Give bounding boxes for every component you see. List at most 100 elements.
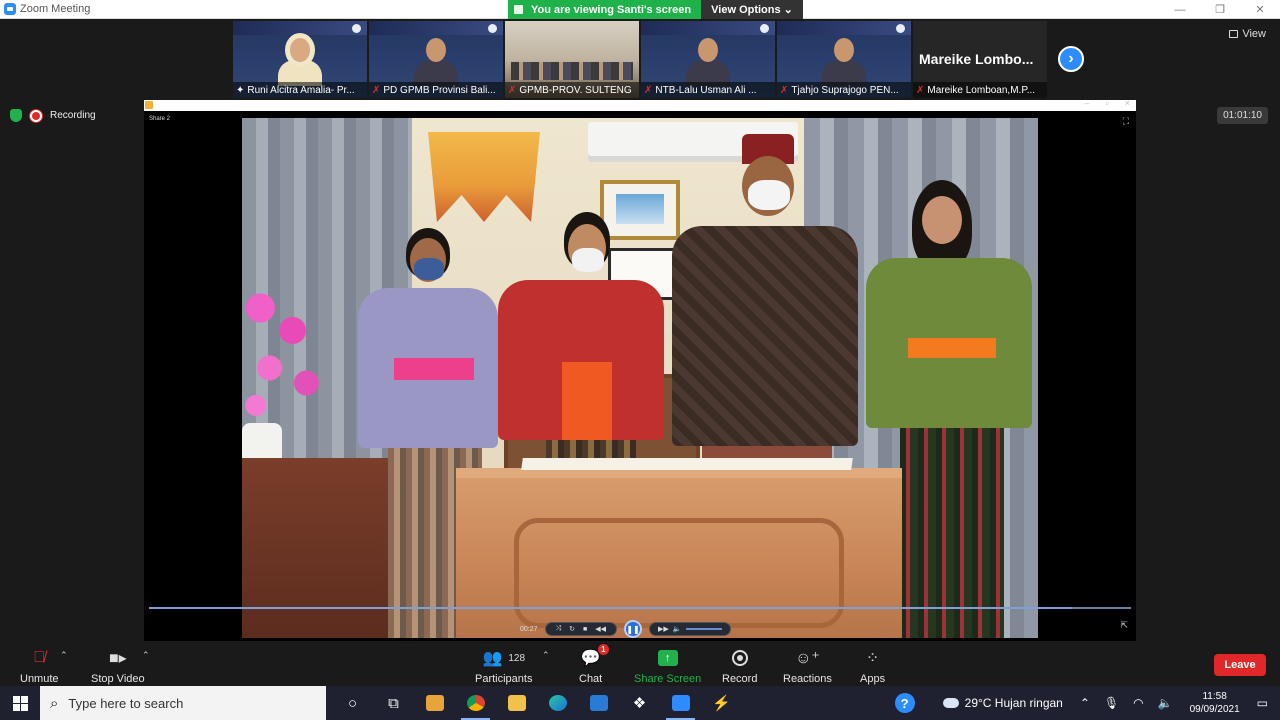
stop-video-button[interactable]: ■▸ Stop Video — [91, 646, 145, 685]
participant-name: Mareike Lomboan,M.P... — [927, 84, 1036, 96]
share-label: Share 2 — [149, 116, 171, 122]
restore-button[interactable]: ❐ — [1200, 0, 1240, 19]
start-button[interactable] — [0, 686, 40, 720]
participant-strip: ✦ Runi Alcitra Amalia- Pr... ✗ PD GPMB Pro… — [233, 21, 1047, 98]
taskbar-search[interactable]: ⌕ Type here to search — [40, 686, 326, 720]
task-view-icon[interactable]: ⧉ — [373, 686, 414, 720]
participant-tile[interactable]: ✗ GPMB-PROV. SULTENG — [505, 21, 639, 98]
close-button[interactable]: ✕ — [1240, 0, 1280, 19]
viewing-banner: You are viewing Santi's screen View Opti… — [508, 0, 803, 19]
clock-time: 11:58 — [1202, 691, 1227, 702]
participant-name: PD GPMB Provinsi Bali... — [383, 84, 496, 96]
participant-video — [410, 32, 462, 86]
volume-slider[interactable] — [685, 628, 722, 630]
cortana-icon[interactable]: ○ — [332, 686, 373, 720]
pause-button[interactable]: ❚❚ — [624, 620, 643, 638]
participants-options-caret[interactable]: ⌃ — [542, 650, 550, 661]
view-options-button[interactable]: View Options ⌄ — [701, 0, 803, 19]
window-controls: — ❐ ✕ — [1160, 0, 1280, 19]
participants-label: Participants — [475, 673, 533, 685]
shuffle-icon[interactable]: ⤨ — [556, 625, 562, 633]
video-camera-icon: ■▸ — [108, 650, 127, 667]
video-progress-fill — [149, 607, 1073, 609]
winamp-icon[interactable]: ⚡ — [701, 686, 742, 720]
recording-label: Recording — [50, 110, 96, 121]
chrome-icon[interactable] — [455, 686, 496, 720]
security-shield-icon[interactable] — [10, 109, 22, 122]
participant-big-name: Mareike Lombo... — [919, 51, 1034, 67]
rewind-icon[interactable]: ◀◀ — [595, 625, 606, 633]
chat-icon: 💬 1 — [581, 644, 609, 670]
viewing-text: You are viewing Santi's screen — [531, 3, 692, 16]
dropbox-icon[interactable]: ❖ — [619, 686, 660, 720]
recording-dot-icon — [30, 109, 42, 122]
participant-tile[interactable]: ✗ Tjahjo Suprajogo PEN... — [777, 21, 911, 98]
chevron-up-icon[interactable]: ⌃ — [1080, 696, 1090, 710]
screen-share-icon — [514, 5, 523, 14]
microphone-icon[interactable]: 🎙 — [1104, 696, 1119, 710]
media-player-controls: 00:27 ⤨ ↻ ■ ◀◀ ❚❚ ▶▶ 🔈 — [520, 620, 731, 638]
expand-icon[interactable]: ⛶ — [1123, 116, 1129, 127]
system-clock[interactable]: 11:58 09/09/2021 — [1190, 690, 1240, 716]
muted-mic-icon: ✗ — [780, 84, 789, 96]
share-screen-icon: ↑ — [657, 650, 678, 666]
participant-name: NTB-Lalu Usman Ali ... — [655, 84, 757, 96]
mail-icon[interactable] — [578, 686, 619, 720]
reactions-button[interactable]: ☺⁺ Reactions — [783, 646, 832, 685]
wifi-icon[interactable]: ◠ — [1133, 696, 1143, 710]
help-icon[interactable]: ? — [894, 693, 915, 713]
leave-button[interactable]: Leave — [1214, 654, 1266, 676]
record-button[interactable]: Record — [722, 646, 757, 685]
participant-name: Runi Alcitra Amalia- Pr... — [247, 84, 355, 96]
unmute-button[interactable]: 🎙̸ Unmute — [20, 646, 59, 685]
reactions-label: Reactions — [783, 673, 832, 685]
participant-tile[interactable]: ✦ Runi Alcitra Amalia- Pr... — [233, 21, 367, 98]
pin-icon: ✦ — [236, 84, 245, 96]
participants-icon: 👥 128 — [482, 650, 526, 667]
video-progress-bar[interactable] — [149, 607, 1131, 609]
shared-screen[interactable]: – ▫ × Share 2 ⛶ 00:27 ⤨ ↻ ■ ◀◀ ❚❚ ▶▶ 🔈 ⇱ — [144, 98, 1136, 641]
audio-options-caret[interactable]: ⌃ — [60, 650, 68, 661]
minimize-button[interactable]: — — [1160, 0, 1200, 19]
forward-icon[interactable]: ▶▶ — [658, 625, 669, 633]
record-label: Record — [722, 673, 758, 685]
participant-video — [274, 32, 326, 86]
chat-button[interactable]: 💬 1 Chat — [579, 644, 609, 685]
volume-icon[interactable]: 🔈 — [673, 625, 682, 633]
participants-count: 128 — [508, 652, 526, 664]
pause-icon: ❚❚ — [626, 624, 640, 634]
participant-name-tag: ✦ Runi Alcitra Amalia- Pr... — [233, 82, 367, 98]
edge-icon[interactable] — [537, 686, 578, 720]
rain-cloud-icon — [942, 698, 959, 708]
participant-tile[interactable]: ✗ PD GPMB Provinsi Bali... — [369, 21, 503, 98]
apps-button[interactable]: ⁘ Apps — [860, 646, 885, 685]
muted-mic-icon: 🎙̸ — [33, 649, 46, 666]
store-icon[interactable] — [414, 686, 455, 720]
view-button[interactable]: View — [1229, 28, 1266, 40]
participant-name: Tjahjo Suprajogo PEN... — [791, 84, 899, 96]
switch-view-icon[interactable]: ⇱ — [1120, 620, 1128, 631]
stop-icon[interactable]: ■ — [583, 626, 587, 633]
participant-tile[interactable]: Mareike Lombo... ✗ Mareike Lomboan,M.P... — [913, 21, 1047, 98]
next-page-button[interactable]: › — [1058, 46, 1084, 72]
clock-date: 09/09/2021 — [1189, 704, 1240, 715]
participant-video — [682, 32, 734, 86]
muted-mic-icon: ✗ — [508, 84, 517, 96]
playback-time: 00:27 — [520, 625, 538, 633]
speaker-icon[interactable]: 🔈 — [1158, 696, 1173, 710]
zoom-taskbar-icon[interactable] — [660, 686, 701, 720]
participant-tile[interactable]: ✗ NTB-Lalu Usman Ali ... — [641, 21, 775, 98]
windows-taskbar: ⌕ Type here to search ○ ⧉ ❖ ⚡ ? 29°C Huj… — [0, 686, 1280, 720]
repeat-icon[interactable]: ↻ — [569, 625, 575, 633]
apps-icon: ⁘ — [865, 650, 880, 667]
weather-widget[interactable]: 29°C Hujan ringan — [942, 696, 1063, 710]
chevron-right-icon: › — [1068, 50, 1074, 67]
muted-mic-icon: ✗ — [916, 84, 925, 96]
notification-icon[interactable]: ▭ — [1257, 696, 1268, 710]
reactions-icon: ☺⁺ — [795, 650, 820, 667]
participant-name-tag: ✗ GPMB-PROV. SULTENG — [505, 82, 639, 98]
participants-button[interactable]: 👥 128 Participants — [475, 646, 532, 685]
file-explorer-icon[interactable] — [496, 686, 537, 720]
share-screen-button[interactable]: ↑ Share Screen — [634, 646, 701, 685]
video-options-caret[interactable]: ⌃ — [142, 650, 150, 661]
